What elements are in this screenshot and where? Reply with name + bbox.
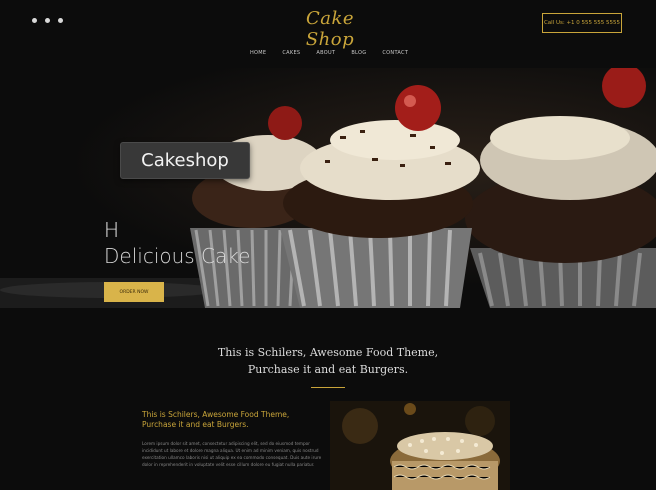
- about-paragraph: Lorem ipsum dolor sit amet, consectetur …: [142, 441, 322, 467]
- order-now-button[interactable]: ORDER NOW: [104, 282, 164, 302]
- page-frame: Cake Shop Call Us: +1 0 555 555 5555 HOM…: [0, 0, 656, 490]
- section-title: This is Schilers, Awesome Food Theme, Pu…: [200, 344, 456, 378]
- cake-photo: [330, 401, 510, 490]
- nav-cakes[interactable]: CAKES: [282, 50, 300, 56]
- about-subtitle: This is Schilers, Awesome Food Theme, Pu…: [142, 410, 312, 430]
- hero-title-line1: H: [104, 218, 120, 242]
- hero-title-line2: Delicious Cake: [104, 244, 251, 268]
- section-title-line1: This is Schilers, Awesome Food Theme,: [217, 346, 439, 359]
- window-tooltip: Cakeshop: [120, 142, 250, 179]
- hero-banner: H Delicious Cake ORDER NOW: [0, 68, 656, 308]
- nav-contact[interactable]: CONTACT: [382, 50, 408, 56]
- social-links: [32, 18, 63, 23]
- section-divider: [311, 387, 345, 388]
- cake-photo-graphic: [330, 401, 510, 490]
- cupcakes-image: [0, 68, 656, 308]
- about-subtitle-line1: This is Schilers, Awesome Food Theme,: [142, 410, 290, 419]
- about-subtitle-line2: Purchase it and eat Burgers.: [142, 420, 249, 429]
- main-nav: HOME CAKES ABOUT BLOG CONTACT: [250, 50, 408, 56]
- instagram-icon[interactable]: [58, 18, 63, 23]
- site-logo[interactable]: Cake Shop: [280, 8, 380, 50]
- nav-home[interactable]: HOME: [250, 50, 266, 56]
- nav-about[interactable]: ABOUT: [316, 50, 335, 56]
- twitter-icon[interactable]: [45, 18, 50, 23]
- facebook-icon[interactable]: [32, 18, 37, 23]
- section-title-line2: Purchase it and eat Burgers.: [247, 363, 409, 376]
- site-header: Cake Shop Call Us: +1 0 555 555 5555 HOM…: [0, 0, 656, 70]
- nav-blog[interactable]: BLOG: [351, 50, 366, 56]
- call-us-button[interactable]: Call Us: +1 0 555 555 5555: [542, 13, 622, 33]
